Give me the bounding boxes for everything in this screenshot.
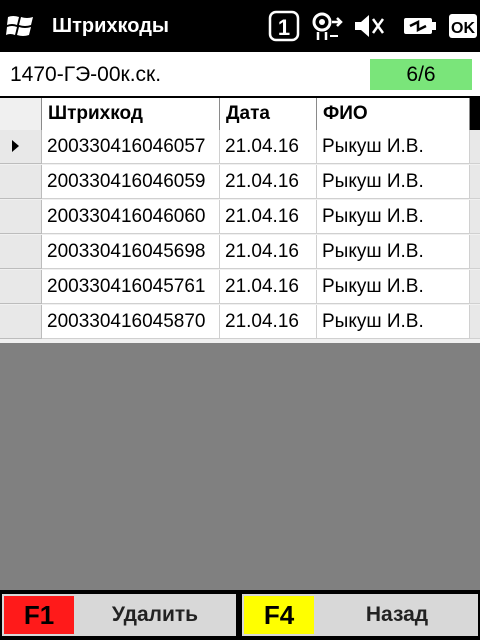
scan-counter: 6/6 <box>370 59 472 90</box>
cell-name[interactable]: Рыкуш И.В. <box>317 130 470 164</box>
volume-muted-icon[interactable] <box>352 10 386 42</box>
app-title: Штрихкоды <box>52 15 170 37</box>
cell-name[interactable]: Рыкуш И.В. <box>317 200 470 234</box>
cell-barcode[interactable]: 200330416045870 <box>42 305 220 339</box>
row-end <box>470 270 480 304</box>
delete-button-label: Удалить <box>111 603 199 626</box>
notification-count-icon[interactable]: 1 <box>268 10 300 42</box>
grid-header-end <box>470 98 480 130</box>
grid-corner <box>0 98 42 130</box>
column-header-name[interactable]: ФИО <box>317 98 470 130</box>
title-bar: Штрихкоды 1 OK <box>0 0 480 52</box>
column-header-barcode[interactable]: Штрихкод <box>42 98 220 130</box>
cell-barcode[interactable]: 200330416045698 <box>42 235 220 269</box>
cell-date[interactable]: 21.04.16 <box>220 130 317 164</box>
document-id: 1470-ГЭ-00к.ск. <box>10 63 162 86</box>
row-end <box>470 235 480 269</box>
function-key-bar: F1 Удалить F4 Назад <box>0 590 480 640</box>
battery-charging-icon[interactable] <box>402 10 438 42</box>
document-header: 1470-ГЭ-00к.ск. 6/6 <box>0 52 480 96</box>
cell-date[interactable]: 21.04.16 <box>220 165 317 199</box>
delete-button[interactable]: F1 Удалить <box>2 594 236 636</box>
cell-barcode[interactable]: 200330416045761 <box>42 270 220 304</box>
barcode-grid[interactable]: Штрихкод Дата ФИО 200330416046057 21.04.… <box>0 96 480 343</box>
cell-name[interactable]: Рыкуш И.В. <box>317 235 470 269</box>
back-button[interactable]: F4 Назад <box>242 594 478 636</box>
row-end <box>470 200 480 234</box>
row-selector[interactable] <box>0 305 42 339</box>
cell-date[interactable]: 21.04.16 <box>220 200 317 234</box>
ok-button[interactable]: OK <box>448 10 478 42</box>
row-selector[interactable] <box>0 235 42 269</box>
cell-barcode[interactable]: 200330416046057 <box>42 130 220 164</box>
f4-key-badge: F4 <box>244 596 314 634</box>
row-end <box>470 130 480 164</box>
row-end <box>470 165 480 199</box>
current-row-arrow-icon <box>12 140 19 152</box>
cell-date[interactable]: 21.04.16 <box>220 235 317 269</box>
cell-date[interactable]: 21.04.16 <box>220 305 317 339</box>
windows-start-icon[interactable] <box>6 12 36 40</box>
table-row[interactable]: 200330416046060 21.04.16 Рыкуш И.В. <box>0 200 480 235</box>
ok-label: OK <box>451 20 475 37</box>
cell-date[interactable]: 21.04.16 <box>220 270 317 304</box>
f1-key-badge: F1 <box>4 596 74 634</box>
table-row[interactable]: 200330416045761 21.04.16 Рыкуш И.В. <box>0 270 480 305</box>
cell-name[interactable]: Рыкуш И.В. <box>317 305 470 339</box>
cell-name[interactable]: Рыкуш И.В. <box>317 270 470 304</box>
row-selector[interactable] <box>0 130 42 164</box>
row-selector[interactable] <box>0 200 42 234</box>
row-end <box>470 305 480 339</box>
cell-barcode[interactable]: 200330416046059 <box>42 165 220 199</box>
cell-name[interactable]: Рыкуш И.В. <box>317 165 470 199</box>
table-row[interactable]: 200330416046059 21.04.16 Рыкуш И.В. <box>0 165 480 200</box>
cell-barcode[interactable]: 200330416046060 <box>42 200 220 234</box>
back-button-label: Назад <box>365 603 429 626</box>
table-row[interactable]: 200330416046057 21.04.16 Рыкуш И.В. <box>0 130 480 165</box>
row-selector[interactable] <box>0 165 42 199</box>
column-header-date[interactable]: Дата <box>220 98 317 130</box>
row-selector[interactable] <box>0 270 42 304</box>
notification-count: 1 <box>278 15 290 40</box>
table-row[interactable]: 200330416045870 21.04.16 Рыкуш И.В. <box>0 305 480 340</box>
grid-header: Штрихкод Дата ФИО <box>0 96 480 130</box>
connectivity-icon[interactable] <box>308 10 344 42</box>
table-row[interactable]: 200330416045698 21.04.16 Рыкуш И.В. <box>0 235 480 270</box>
